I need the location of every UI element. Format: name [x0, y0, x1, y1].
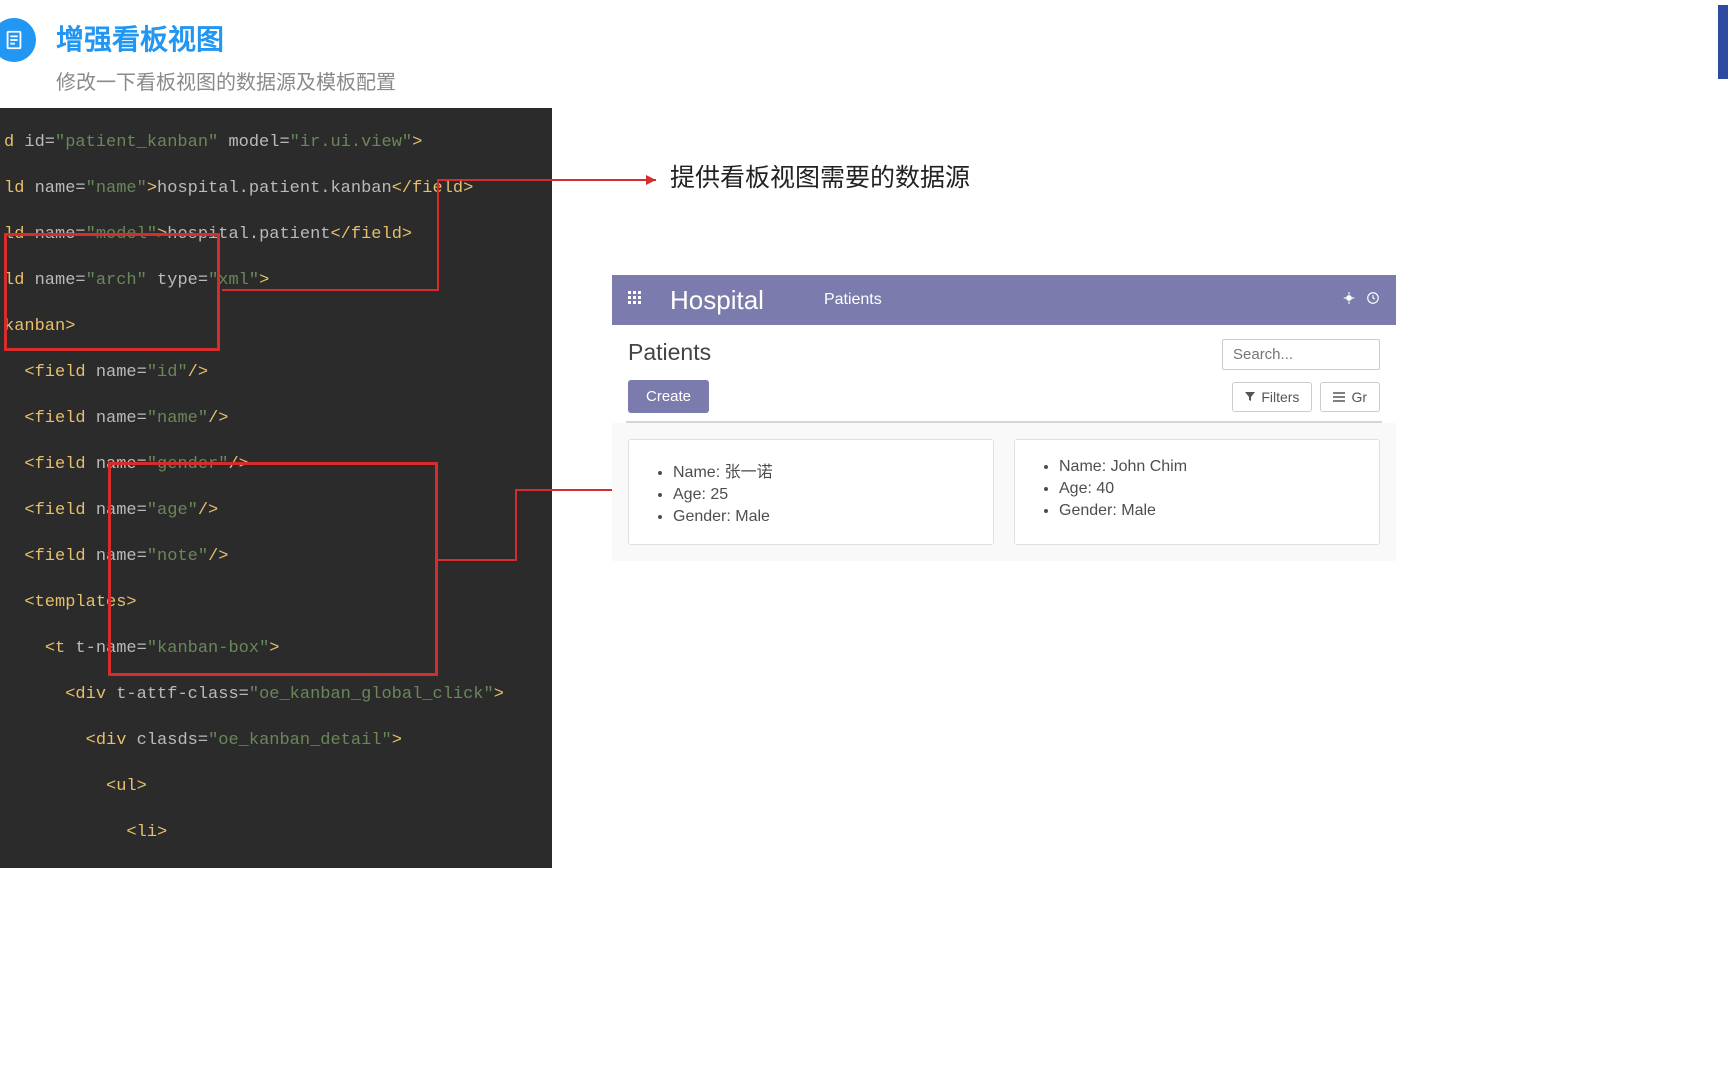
kanban-card[interactable]: Name: 张一诺 Age: 25 Gender: Male	[628, 439, 994, 545]
app-brand[interactable]: Hospital	[670, 285, 764, 316]
kanban-container: Name: 张一诺 Age: 25 Gender: Male Name: Joh…	[612, 423, 1396, 561]
search-input[interactable]	[1222, 339, 1380, 370]
breadcrumb-title: Patients	[628, 339, 711, 366]
card-gender: Gender: Male	[1059, 502, 1359, 520]
document-icon	[0, 18, 36, 62]
create-button[interactable]: Create	[628, 380, 709, 413]
app-preview: Hospital Patients Patients Create Filter…	[612, 275, 1396, 561]
corner-ribbon	[1718, 5, 1728, 79]
code-editor: d id="patient_kanban" model="ir.ui.view"…	[0, 108, 552, 868]
app-navbar: Hospital Patients	[612, 275, 1396, 325]
list-icon	[1333, 392, 1345, 402]
card-name: Name: 张一诺	[673, 458, 973, 482]
annotation-datasource: 提供看板视图需要的数据源	[670, 158, 970, 194]
page-header: 增强看板视图 修改一下看板视图的数据源及模板配置	[0, 0, 1728, 113]
card-name: Name: John Chim	[1059, 458, 1359, 476]
app-toolbar: Patients Create Filters Gr	[612, 325, 1396, 421]
card-age: Age: 25	[673, 486, 973, 504]
card-age: Age: 40	[1059, 480, 1359, 498]
clock-icon[interactable]	[1366, 291, 1380, 310]
page-subtitle: 修改一下看板视图的数据源及模板配置	[56, 66, 396, 95]
kanban-card[interactable]: Name: John Chim Age: 40 Gender: Male	[1014, 439, 1380, 545]
card-gender: Gender: Male	[673, 508, 973, 526]
bug-icon[interactable]	[1342, 291, 1356, 310]
apps-icon[interactable]	[628, 291, 642, 310]
nav-menu-patients[interactable]: Patients	[824, 291, 882, 309]
filter-icon	[1245, 392, 1255, 402]
filters-button[interactable]: Filters	[1232, 382, 1312, 412]
page-title: 增强看板视图	[56, 18, 396, 58]
groupby-button[interactable]: Gr	[1320, 382, 1380, 412]
